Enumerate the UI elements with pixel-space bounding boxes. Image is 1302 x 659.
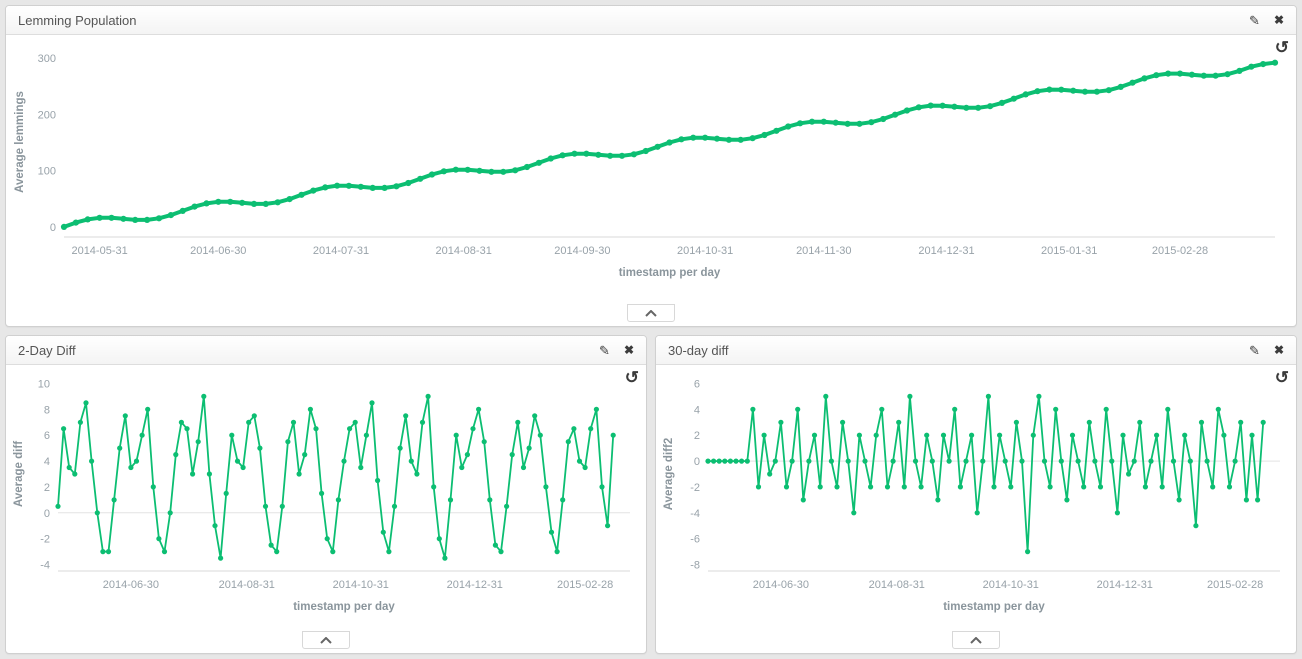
svg-text:4: 4 (44, 456, 50, 468)
chevron-up-icon (645, 310, 657, 317)
edit-icon[interactable]: ✎ (1249, 344, 1260, 357)
panel-lemming-population: Lemming Population ✎ ✖ ↺ 0 100 200 300 2014-… (5, 5, 1297, 327)
panel-header-lemming-population: Lemming Population ✎ ✖ (6, 6, 1296, 35)
collapse-chevron-button[interactable] (952, 631, 1000, 649)
svg-text:2015-01-31: 2015-01-31 (1041, 245, 1097, 257)
svg-text:6: 6 (44, 430, 50, 442)
svg-text:2015-02-28: 2015-02-28 (557, 579, 613, 591)
svg-text:Average diff: Average diff (13, 441, 25, 507)
panel-2-day-diff: 2-Day Diff ✎ ✖ ↺ -4 -2 0 2 4 6 8 10 2014-06-30 20… (5, 335, 647, 654)
chevron-up-icon (970, 637, 982, 644)
chart-area-lemming-population: ↺ 0 100 200 300 2014-05-31 2014-06-30 2014-07-… (6, 35, 1296, 326)
panel-header-30-day-diff: 30-day diff ✎ ✖ (656, 336, 1296, 365)
svg-text:2015-02-28: 2015-02-28 (1207, 579, 1263, 591)
svg-text:-4: -4 (690, 508, 700, 520)
svg-text:timestamp per day: timestamp per day (943, 601, 1045, 613)
refresh-icon[interactable]: ↺ (1275, 369, 1289, 386)
panel-actions: ✎ ✖ (1249, 344, 1284, 357)
svg-text:100: 100 (38, 166, 56, 178)
svg-text:timestamp per day: timestamp per day (293, 601, 395, 613)
close-icon[interactable]: ✖ (1274, 344, 1284, 356)
svg-text:6: 6 (694, 379, 700, 391)
chart-area-2-day-diff: ↺ -4 -2 0 2 4 6 8 10 2014-06-30 2014-08-31 2014-10… (6, 365, 646, 653)
svg-text:-8: -8 (690, 560, 700, 572)
svg-text:-2: -2 (40, 534, 50, 546)
svg-text:timestamp per day: timestamp per day (619, 267, 721, 279)
svg-text:2014-06-30: 2014-06-30 (190, 245, 246, 257)
close-icon[interactable]: ✖ (624, 344, 634, 356)
svg-text:10: 10 (38, 379, 50, 391)
svg-text:2014-06-30: 2014-06-30 (103, 579, 159, 591)
lemming-population-chart: 0 100 200 300 2014-05-31 2014-06-30 2014-07-31… (9, 35, 1293, 295)
svg-text:2014-10-31: 2014-10-31 (333, 579, 389, 591)
kibana-dashboard: Lemming Population ✎ ✖ ↺ 01002003002014-… (0, 0, 1302, 659)
svg-text:2014-12-31: 2014-12-31 (918, 245, 974, 257)
panel-actions: ✎ ✖ (1249, 14, 1284, 27)
svg-text:-2: -2 (690, 482, 700, 494)
svg-text:2014-12-31: 2014-12-31 (447, 579, 503, 591)
panel-30-day-diff: 30-day diff ✎ ✖ ↺ -8 -6 -4 -2 0 2 4 6 2014-06-30… (655, 335, 1297, 654)
svg-text:0: 0 (44, 508, 50, 520)
svg-text:2014-06-30: 2014-06-30 (753, 579, 809, 591)
svg-text:200: 200 (38, 110, 56, 122)
svg-text:Average lemmings: Average lemmings (14, 91, 26, 193)
panel-title: 30-day diff (668, 343, 728, 358)
svg-text:2014-05-31: 2014-05-31 (71, 245, 127, 257)
svg-text:2014-10-31: 2014-10-31 (677, 245, 733, 257)
svg-text:8: 8 (44, 404, 50, 416)
svg-text:2014-09-30: 2014-09-30 (554, 245, 610, 257)
panel-title: 2-Day Diff (18, 343, 76, 358)
30-day-diff-chart: -8 -6 -4 -2 0 2 4 6 2014-06-30 2014-08-31 2014-10-… (658, 365, 1294, 627)
svg-text:2014-07-31: 2014-07-31 (313, 245, 369, 257)
panel-header-2-day-diff: 2-Day Diff ✎ ✖ (6, 336, 646, 365)
svg-text:Average diff2: Average diff2 (663, 438, 675, 510)
panel-title: Lemming Population (18, 13, 137, 28)
svg-text:0: 0 (694, 456, 700, 468)
svg-text:0: 0 (50, 222, 56, 234)
svg-text:2014-08-31: 2014-08-31 (436, 245, 492, 257)
2-day-diff-chart: -4 -2 0 2 4 6 8 10 2014-06-30 2014-08-31 2014-10-3… (8, 365, 644, 627)
svg-text:-6: -6 (690, 534, 700, 546)
close-icon[interactable]: ✖ (1274, 14, 1284, 26)
svg-text:2014-11-30: 2014-11-30 (796, 245, 851, 257)
bottom-row: 2-Day Diff ✎ ✖ ↺ -4-202468102014-06-3020… (5, 335, 1297, 654)
panel-actions: ✎ ✖ (599, 344, 634, 357)
svg-text:2014-12-31: 2014-12-31 (1097, 579, 1153, 591)
edit-icon[interactable]: ✎ (599, 344, 610, 357)
svg-text:2014-08-31: 2014-08-31 (219, 579, 275, 591)
svg-text:-4: -4 (40, 560, 50, 572)
svg-text:2014-10-31: 2014-10-31 (983, 579, 1039, 591)
svg-text:2015-02-28: 2015-02-28 (1152, 245, 1208, 257)
svg-text:4: 4 (694, 404, 700, 416)
chevron-up-icon (320, 637, 332, 644)
refresh-icon[interactable]: ↺ (625, 369, 639, 386)
svg-text:2: 2 (44, 482, 50, 494)
collapse-chevron-button[interactable] (302, 631, 350, 649)
svg-text:300: 300 (38, 53, 56, 65)
svg-text:2014-08-31: 2014-08-31 (869, 579, 925, 591)
refresh-icon[interactable]: ↺ (1275, 39, 1289, 56)
chart-area-30-day-diff: ↺ -8 -6 -4 -2 0 2 4 6 2014-06-30 2014-08-31 2014-1… (656, 365, 1296, 653)
svg-text:2: 2 (694, 430, 700, 442)
collapse-chevron-button[interactable] (627, 304, 675, 322)
edit-icon[interactable]: ✎ (1249, 14, 1260, 27)
